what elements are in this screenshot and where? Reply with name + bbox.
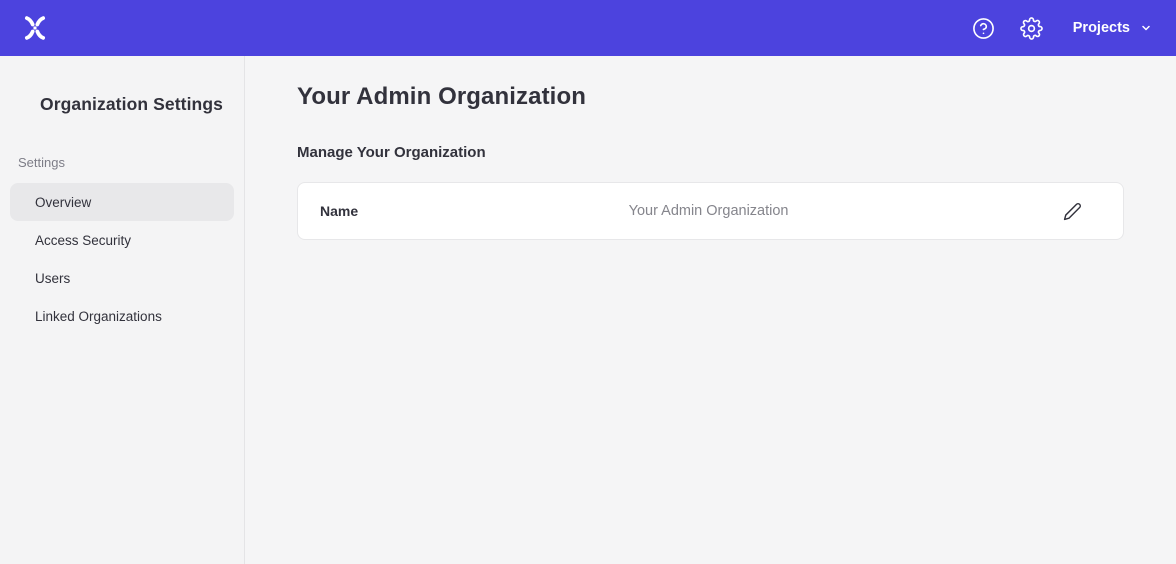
projects-dropdown[interactable]: Projects (1071, 20, 1154, 36)
sidebar-nav: Overview Access Security Users Linked Or… (0, 183, 244, 335)
sidebar-item-users[interactable]: Users (10, 259, 234, 297)
sidebar-item-label: Linked Organizations (35, 309, 162, 324)
chevron-down-icon (1140, 22, 1152, 34)
sidebar-title: Organization Settings (0, 94, 244, 115)
edit-name-button[interactable] (1059, 198, 1085, 224)
main-panel: Your Admin Organization Manage Your Orga… (245, 56, 1176, 564)
help-circle-icon (972, 17, 995, 40)
top-navigation-bar: Projects (0, 0, 1176, 56)
sidebar-item-label: Overview (35, 195, 91, 210)
sidebar-item-label: Access Security (35, 233, 131, 248)
app-logo-icon[interactable] (20, 13, 50, 43)
sidebar-item-access-security[interactable]: Access Security (10, 221, 234, 259)
page-content: Organization Settings Settings Overview … (0, 56, 1176, 564)
sidebar-section-label: Settings (0, 155, 244, 170)
page-title: Your Admin Organization (297, 83, 1124, 111)
topbar-actions: Projects (971, 15, 1154, 41)
organization-settings-sidebar: Organization Settings Settings Overview … (0, 56, 245, 564)
settings-gear-button[interactable] (1019, 15, 1045, 41)
projects-dropdown-label: Projects (1073, 20, 1130, 36)
organization-name-value: Your Admin Organization (358, 203, 1059, 219)
sidebar-item-linked-organizations[interactable]: Linked Organizations (10, 297, 234, 335)
organization-name-row: Name Your Admin Organization (297, 182, 1124, 240)
help-button[interactable] (971, 15, 997, 41)
pencil-icon (1063, 202, 1082, 221)
gear-icon (1020, 17, 1043, 40)
sidebar-item-label: Users (35, 271, 70, 286)
sidebar-item-overview[interactable]: Overview (10, 183, 234, 221)
name-field-label: Name (320, 203, 358, 219)
manage-organization-section-title: Manage Your Organization (297, 144, 1124, 161)
